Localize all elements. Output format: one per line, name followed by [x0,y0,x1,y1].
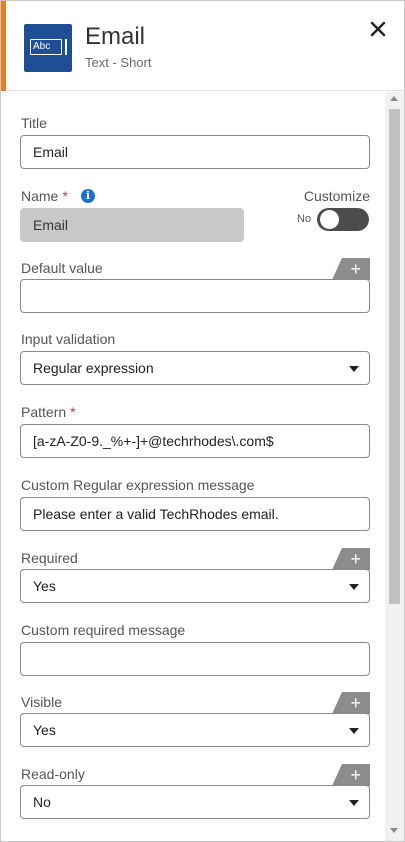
add-read-only-button[interactable]: + [332,764,370,786]
add-visible-button[interactable]: + [332,692,370,714]
custom-required-message-input[interactable] [20,642,370,676]
input-validation-label: Input validation [21,331,116,347]
required-select[interactable]: Yes [20,569,370,603]
custom-regex-message-input[interactable]: Please enter a valid TechRhodes email. [20,497,370,531]
close-icon[interactable] [368,19,388,39]
required-selected: Yes [33,578,56,594]
input-validation-selected: Regular expression [33,360,154,376]
pattern-label-text: Pattern [21,404,67,420]
customize-toggle-state: No [297,213,312,225]
chevron-down-icon [349,366,359,372]
read-only-selected: No [33,794,51,810]
toggle-knob [320,210,339,229]
required-asterisk: * [70,404,76,420]
name-label: Name * [21,188,68,204]
panel-subtitle: Text - Short [85,55,152,70]
chevron-down-icon [349,800,359,806]
pattern-label: Pattern * [21,404,76,420]
scrollbar-thumb[interactable] [389,109,400,604]
add-default-value-button[interactable]: + [332,258,370,280]
visible-selected: Yes [33,722,56,738]
customize-toggle[interactable] [317,208,369,231]
required-asterisk: * [62,188,68,204]
header-accent-bar [1,1,6,91]
add-required-button[interactable]: + [332,548,370,570]
read-only-label: Read-only [21,766,85,782]
input-validation-select[interactable]: Regular expression [20,351,370,385]
read-only-select[interactable]: No [20,785,370,819]
title-label: Title [21,115,47,131]
custom-regex-message-label: Custom Regular expression message [21,477,255,493]
required-label: Required [21,550,78,566]
visible-select[interactable]: Yes [20,713,370,747]
chevron-down-icon [349,728,359,734]
properties-form[interactable]: Title Email Name * i Email Customize No D… [1,92,404,841]
visible-label: Visible [21,694,62,710]
custom-required-message-label: Custom required message [21,622,186,638]
panel-header: Abc Email Text - Short [1,1,404,91]
customize-label: Customize [303,188,370,204]
default-value-input[interactable] [20,279,370,313]
scroll-down-icon[interactable] [390,828,398,833]
panel-title: Email [85,23,146,50]
name-label-text: Name [21,188,59,204]
pattern-input[interactable]: [a-zA-Z0-9._%+-]+@techrhodes\.com$ [20,424,370,458]
name-input: Email [20,208,244,242]
title-input[interactable]: Email [20,135,370,169]
chevron-down-icon [349,584,359,590]
vertical-scrollbar[interactable] [385,92,404,841]
scroll-up-icon[interactable] [390,96,398,101]
text-cursor-icon [65,39,67,55]
text-field-icon-label: Abc [30,39,62,55]
info-icon[interactable]: i [81,189,95,203]
default-value-label: Default value [21,260,103,276]
field-properties-panel: Abc Email Text - Short Title Email Name *… [0,0,405,842]
text-field-icon: Abc [24,24,72,72]
